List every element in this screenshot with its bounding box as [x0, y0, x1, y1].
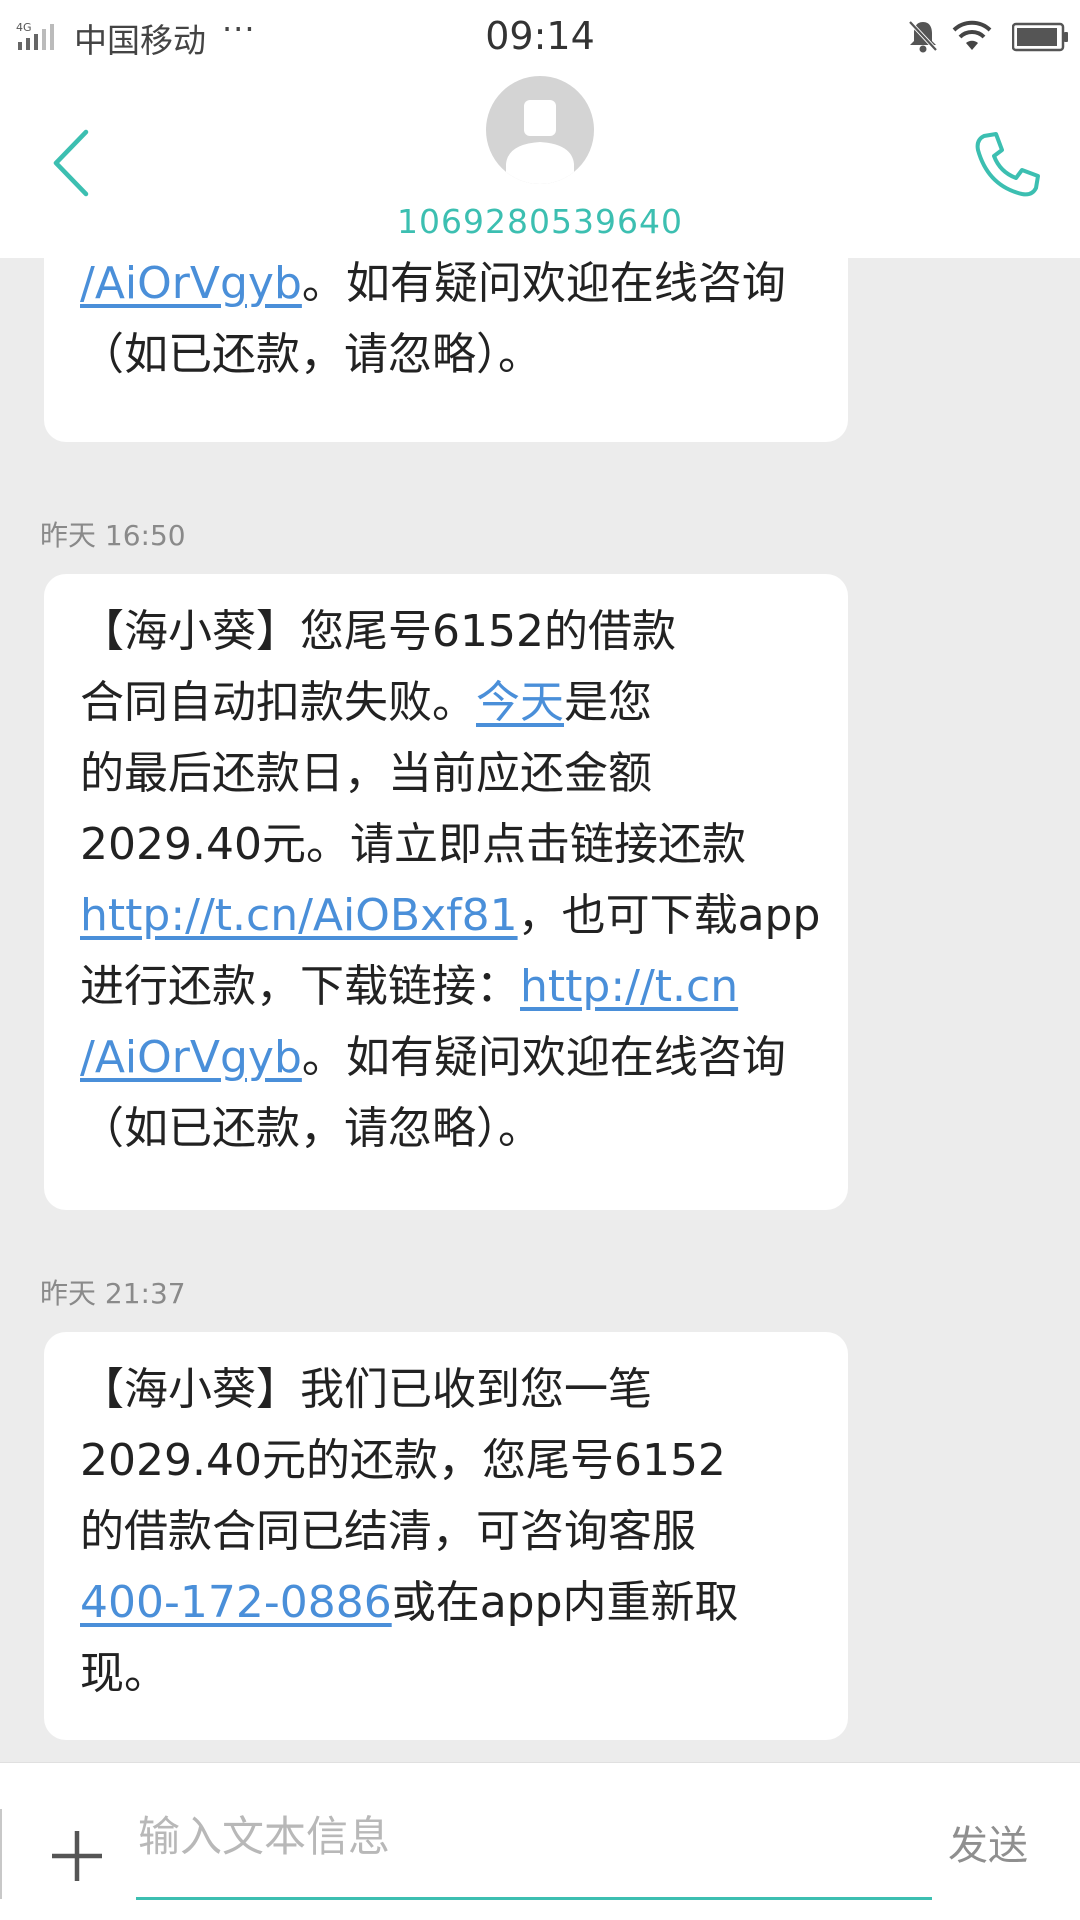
message-line: /AiOrVgyb。如有疑问欢迎在线咨询	[80, 1022, 848, 1093]
message-text: 合同自动扣款失败。	[80, 677, 476, 728]
message-composer: 发送	[0, 1762, 1080, 1920]
message-link[interactable]: /AiOrVgyb	[80, 1032, 302, 1083]
message-list[interactable]: /AiOrVgyb。如有疑问欢迎在线咨询 （如已还款，请忽略）。 昨天 16:50…	[0, 258, 1080, 1762]
message-text: 【海小葵】您尾号6152的借款	[80, 606, 676, 657]
back-chevron-icon[interactable]	[48, 126, 98, 200]
contact-avatar[interactable]	[486, 76, 594, 184]
message-timestamp: 昨天 16:50	[40, 519, 186, 552]
mute-notifications-icon	[908, 20, 938, 53]
person-avatar-icon	[506, 100, 574, 184]
input-underline	[136, 1897, 932, 1900]
message-link[interactable]: 今天	[476, 677, 564, 728]
message-line: 【海小葵】我们已收到您一笔	[80, 1354, 848, 1425]
message-link[interactable]: 400-172-0886	[80, 1577, 392, 1628]
message-line: 现。	[80, 1638, 848, 1709]
message-input[interactable]	[136, 1803, 930, 1869]
contact-number: 1069280539640	[397, 202, 683, 241]
message-line: （如已还款，请忽略）。	[80, 1093, 848, 1164]
message-text: 是您	[564, 677, 652, 728]
message-line: 合同自动扣款失败。今天是您	[80, 667, 848, 738]
message-text: （如已还款，请忽略）。	[80, 1103, 542, 1154]
message-line: 2029.40元。请立即点击链接还款	[80, 809, 848, 880]
message-line: 400-172-0886或在app内重新取	[80, 1567, 848, 1638]
message-text: 。如有疑问欢迎在线咨询	[301, 1032, 786, 1083]
message-text: 2029.40元。请立即点击链接还款	[80, 819, 746, 870]
conversation-header: 1069280539640	[0, 76, 1080, 258]
message-text: （如已还款，请忽略）。	[80, 329, 542, 380]
message-line: 进行还款，下载链接：http://t.cn	[80, 951, 848, 1022]
message-text: 。如有疑问欢迎在线咨询	[301, 258, 786, 309]
battery-icon	[1012, 22, 1068, 52]
message-line: 2029.40元的还款，您尾号6152	[80, 1425, 848, 1496]
message-line: 的最后还款日，当前应还金额	[80, 738, 848, 809]
attach-plus-icon[interactable]	[48, 1827, 106, 1885]
message-text: 进行还款，下载链接：	[80, 961, 520, 1012]
status-bar: 4G 中国移动 ··· 09:14	[0, 0, 1080, 76]
message-timestamp: 昨天 21:37	[40, 1277, 186, 1310]
phone-call-icon[interactable]	[970, 128, 1044, 202]
message-link[interactable]: http://t.cn	[520, 961, 738, 1012]
message-text: 2029.40元的还款，您尾号6152	[80, 1435, 726, 1486]
message-text: 的最后还款日，当前应还金额	[80, 748, 652, 799]
message-line: http://t.cn/AiOBxf81，也可下载app	[80, 880, 848, 951]
message-line: （如已还款，请忽略）。	[80, 319, 848, 390]
composer-edge-divider	[0, 1809, 2, 1899]
message-bubble[interactable]: 【海小葵】我们已收到您一笔 2029.40元的还款，您尾号6152 的借款合同已结清…	[44, 1332, 848, 1740]
message-link[interactable]: /AiOrVgyb	[80, 258, 302, 309]
message-text: 的借款合同已结清，可咨询客服	[80, 1506, 696, 1557]
message-text: 【海小葵】我们已收到您一笔	[80, 1364, 652, 1415]
message-line: 【海小葵】您尾号6152的借款	[80, 596, 848, 667]
message-line: 的借款合同已结清，可咨询客服	[80, 1496, 848, 1567]
message-text: 现。	[80, 1648, 168, 1699]
message-line: /AiOrVgyb。如有疑问欢迎在线咨询	[80, 258, 848, 319]
send-button[interactable]: 发送	[948, 1813, 1028, 1871]
message-link[interactable]: http://t.cn/AiOBxf81	[80, 890, 518, 941]
message-text: 或在app内重新取	[391, 1577, 739, 1628]
wifi-icon	[952, 20, 992, 50]
message-text: ，也可下载app	[517, 890, 821, 941]
message-bubble[interactable]: 【海小葵】您尾号6152的借款 合同自动扣款失败。今天是您 的最后还款日，当前应还金…	[44, 574, 848, 1210]
message-bubble[interactable]: /AiOrVgyb。如有疑问欢迎在线咨询 （如已还款，请忽略）。	[44, 258, 848, 442]
